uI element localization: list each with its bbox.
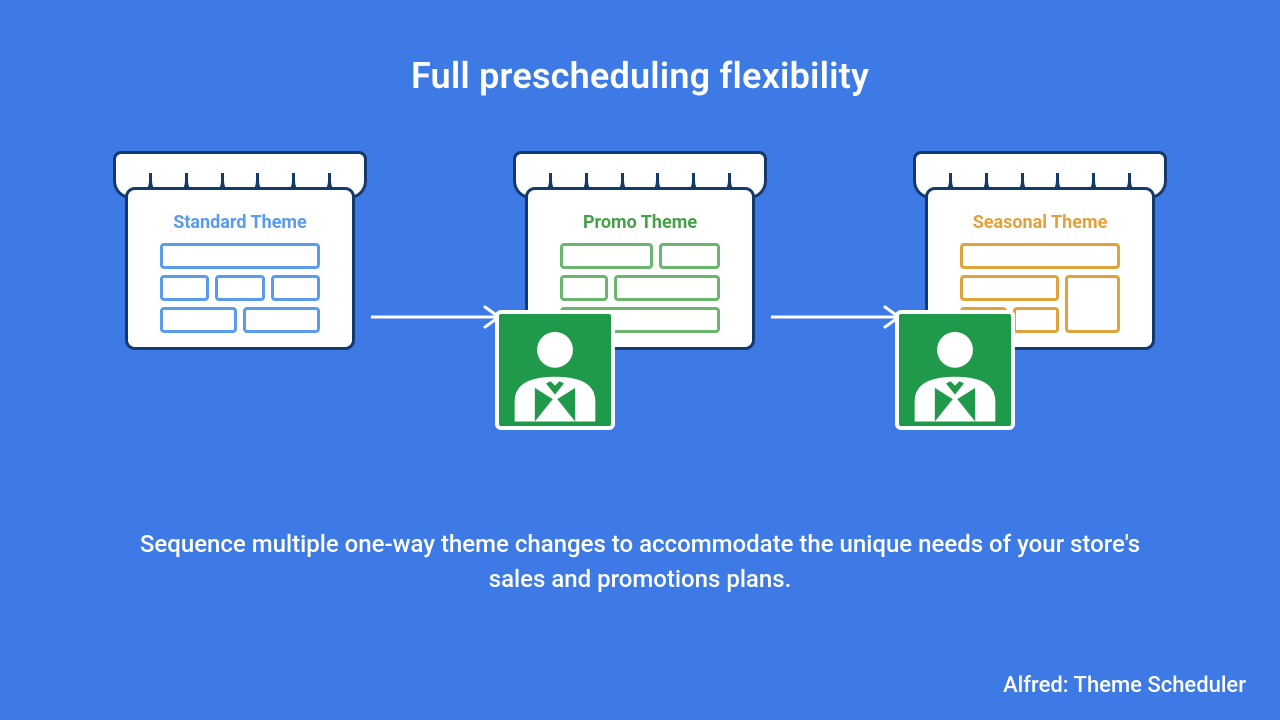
store-standard: Standard Theme [125,187,355,350]
store-label-standard: Standard Theme [144,212,336,233]
theme-layout-standard [160,243,320,333]
diagram-row: Standard Theme Promo Theme [0,187,1280,417]
store-seasonal: Seasonal Theme [925,187,1155,350]
store-label-seasonal: Seasonal Theme [944,212,1136,233]
storefront-icon: Standard Theme [125,187,355,350]
page-title: Full prescheduling flexibility [0,0,1280,97]
subtitle: Sequence multiple one-way theme changes … [0,527,1280,597]
store-promo: Promo Theme [525,187,755,350]
store-label-promo: Promo Theme [544,212,736,233]
butler-icon [895,310,1015,430]
butler-icon [495,310,615,430]
footer-brand: Alfred: Theme Scheduler [1003,673,1246,698]
